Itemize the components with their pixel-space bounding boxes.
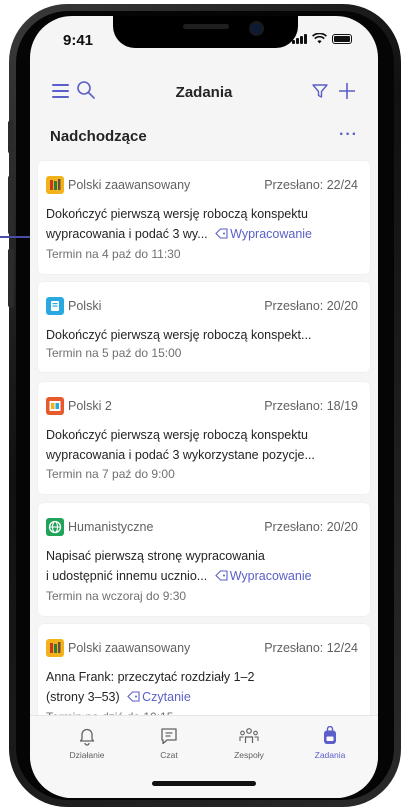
battery-icon <box>332 33 352 44</box>
tag-text: Czytanie <box>142 690 191 704</box>
assignment-title-line: Napisać pierwszą stronę wypracowania <box>46 549 265 563</box>
assignment-title-line: i udostępnić innemu uczniо... Wypracowan… <box>46 566 360 586</box>
assignment-card[interactable]: Polski zaawansowany Przesłano: 22/24 Dok… <box>38 161 370 274</box>
assignment-title: Anna Frank: przeczytać rozdziały 1–2 (st… <box>46 667 360 707</box>
tab-label: Działanie <box>69 750 105 760</box>
assignment-title: Dokończyć pierwszą wersję roboczą konspe… <box>46 204 360 244</box>
backpack-icon <box>324 726 336 744</box>
due-date: Termin na 7 paź do 9:00 <box>46 467 175 481</box>
tab-label: Zespoły <box>234 750 264 760</box>
submitted-count: Przesłano: 20/20 <box>264 299 358 313</box>
tag-icon <box>215 228 228 239</box>
section-title: Nadchodzące <box>50 128 147 145</box>
assignment-title-line2: wypracowania i podać 3 wy... <box>46 227 208 241</box>
bell-icon <box>79 728 95 746</box>
assignment-title-line: wypracowania i podać 3 wykorzystane pozy… <box>46 448 315 462</box>
assignment-title-line: Anna Frank: przeczytać rozdziały 1–2 <box>46 670 255 684</box>
assignment-title-line2: (strony 3–53) <box>46 690 120 704</box>
submitted-count: Przesłano: 12/24 <box>264 641 358 655</box>
assignment-title-line: Dokończyć pierwszą wersję roboczą konspe… <box>46 207 308 221</box>
assignment-card[interactable]: Humanistyczne Przesłano: 20/20 Napisać p… <box>38 503 370 616</box>
tab-chat[interactable]: Czat <box>134 726 204 760</box>
camera <box>249 21 264 36</box>
tag-label: Wypracowanie <box>211 227 312 241</box>
class-name: Polski <box>68 299 102 313</box>
class-name: Polski zaawansowany <box>68 641 191 655</box>
assignment-title-line: (strony 3–53) Czytanie <box>46 687 360 707</box>
phone-side-button <box>8 120 14 154</box>
card-header: Polski zaawansowany Przesłano: 12/24 <box>46 639 358 658</box>
assignment-title-line2: i udostępnić innemu uczniо... <box>46 569 208 583</box>
class-name: Polski zaawansowany <box>68 178 191 192</box>
due-date: Termin na wczoraj do 9:30 <box>46 589 187 603</box>
tab-activity[interactable]: Działanie <box>52 726 122 760</box>
assignment-card[interactable]: Polski 2 Przesłano: 18/19 Dokończyć pier… <box>38 382 370 494</box>
status-icons <box>292 33 352 44</box>
assignment-title-line: Dokończyć pierwszą wersję roboczą konspe… <box>46 428 308 442</box>
submitted-count: Przesłano: 18/19 <box>264 399 358 413</box>
class-name: Polski 2 <box>68 399 112 413</box>
assignment-card[interactable]: Polski Przesłano: 20/20 Dokończyć pierws… <box>38 282 370 372</box>
notch <box>113 16 298 48</box>
assignment-title-line: Dokończyć pierwszą wersję roboczą konspe… <box>46 328 312 342</box>
class-icon <box>46 397 64 415</box>
card-header: Polski zaawansowany Przesłano: 22/24 <box>46 176 358 195</box>
assignment-title: Dokończyć pierwszą wersję roboczą konspe… <box>46 425 360 465</box>
filter-icon[interactable] <box>311 82 329 100</box>
due-date: Termin na 5 paź do 15:00 <box>46 346 182 360</box>
phone-volume-down <box>8 248 14 308</box>
card-header: Polski 2 Przesłano: 18/19 <box>46 397 358 416</box>
class-icon <box>46 639 64 657</box>
more-options-icon[interactable]: ··· <box>339 126 358 144</box>
card-header: Humanistyczne Przesłano: 20/20 <box>46 518 358 537</box>
home-indicator[interactable] <box>152 781 256 786</box>
assignment-title: Dokończyć pierwszą wersję roboczą konspe… <box>46 325 360 345</box>
class-icon <box>46 297 64 315</box>
tag-text: Wypracowanie <box>229 569 312 583</box>
screen: 9:41 Zadania Nadchodzące ··· Polski zaaw… <box>30 16 378 798</box>
wifi-icon <box>312 33 327 44</box>
submitted-count: Przesłano: 20/20 <box>264 520 358 534</box>
tag-label: Czytanie <box>123 690 191 704</box>
section-header: Nadchodzące ··· <box>50 126 358 150</box>
tab-bar: Działanie Czat Zespoły Zadania <box>30 715 378 798</box>
chat-icon <box>161 728 177 745</box>
due-date: Termin na 4 paź do 11:30 <box>46 247 181 261</box>
app-bar: Zadania <box>30 72 378 112</box>
card-header: Polski Przesłano: 20/20 <box>46 297 358 316</box>
tag-icon <box>214 570 228 581</box>
class-name: Humanistyczne <box>68 520 154 534</box>
assignment-title: Napisać pierwszą stronę wypracowania i u… <box>46 546 360 586</box>
status-time: 9:41 <box>63 32 94 49</box>
tag-text: Wypracowanie <box>230 227 313 241</box>
tab-assignments[interactable]: Zadania <box>295 726 365 760</box>
phone-volume-up <box>8 175 14 235</box>
assignment-title-line: wypracowania i podać 3 wy... Wypracowani… <box>46 224 360 244</box>
class-icon <box>46 176 64 194</box>
tab-teams[interactable]: Zespoły <box>214 726 284 760</box>
tab-label: Zadania <box>314 750 346 760</box>
add-icon[interactable] <box>338 82 356 100</box>
teams-icon <box>239 728 259 743</box>
tag-label: Wypracowanie <box>211 569 312 583</box>
speaker <box>183 24 229 29</box>
class-icon <box>46 518 64 536</box>
submitted-count: Przesłano: 22/24 <box>264 178 358 192</box>
tab-label: Czat <box>160 750 178 760</box>
tag-icon <box>127 691 140 702</box>
